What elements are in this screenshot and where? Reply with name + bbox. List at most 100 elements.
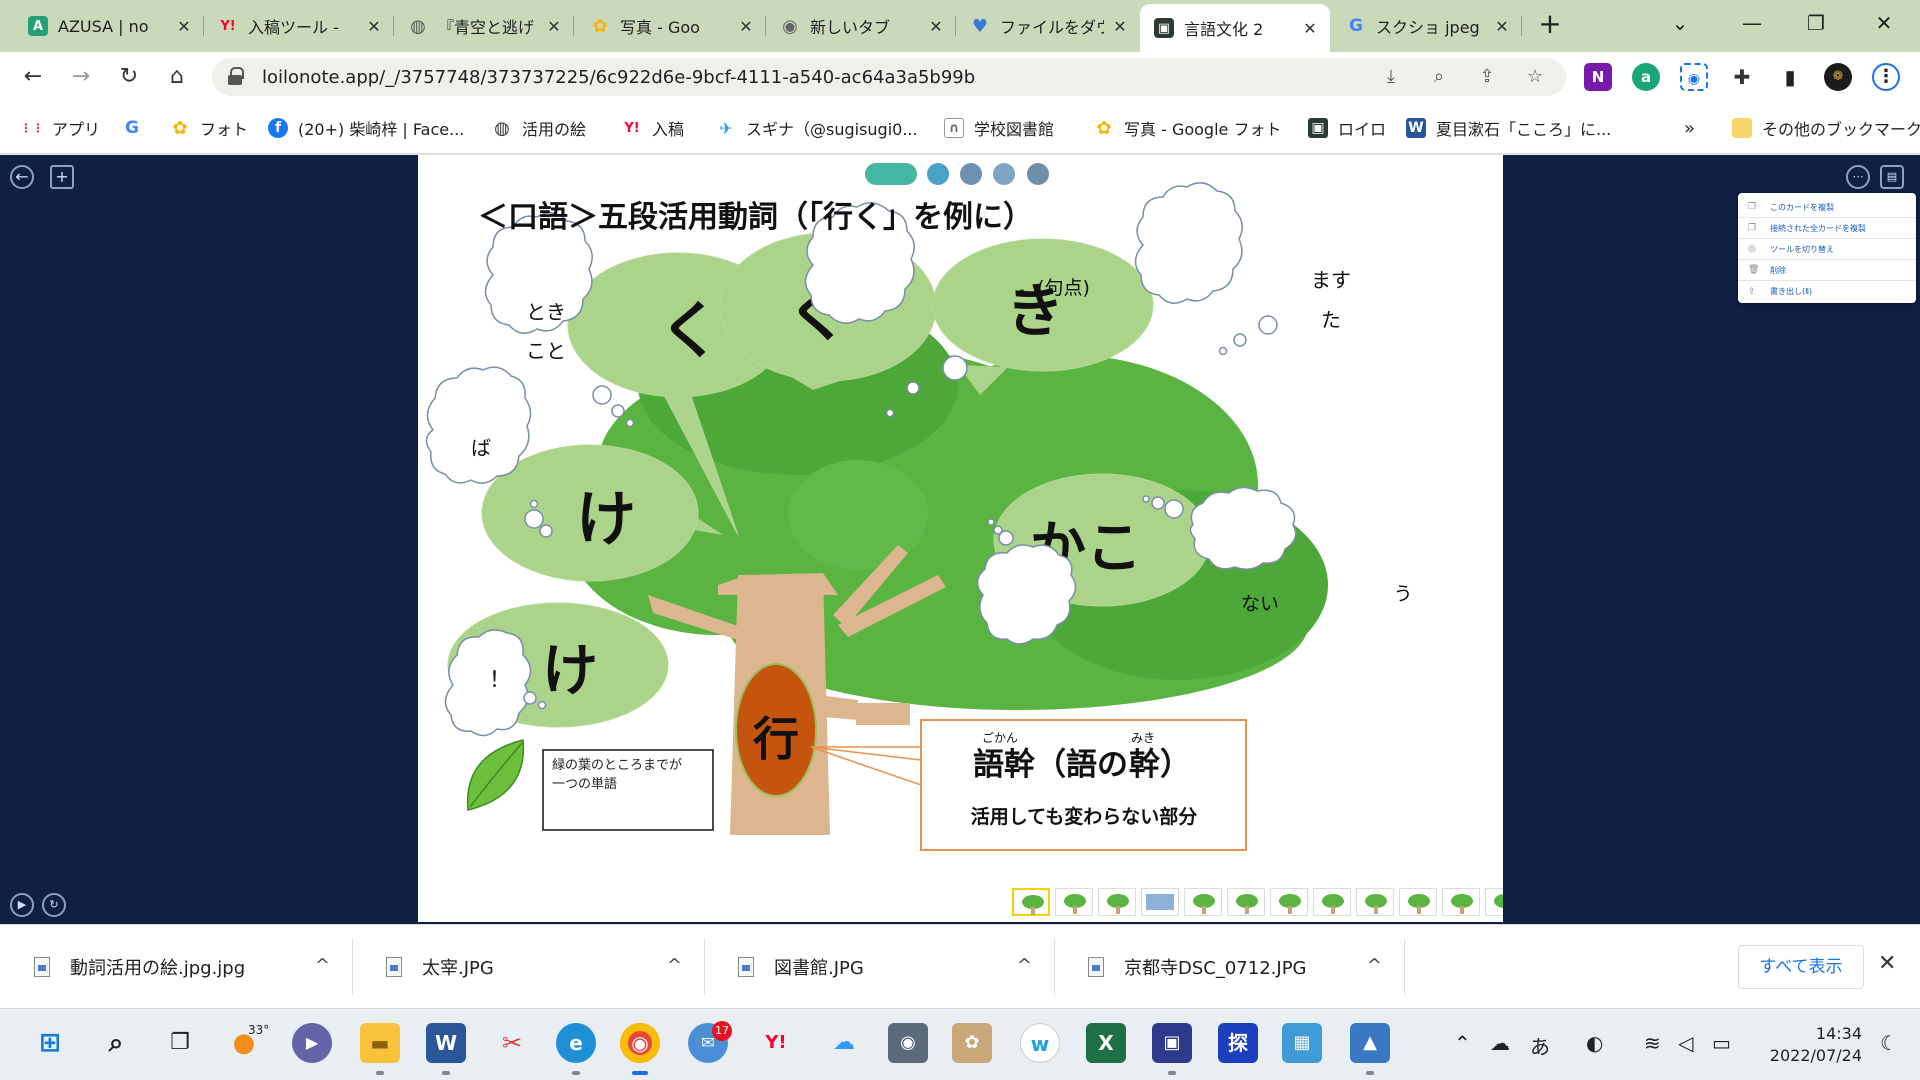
download-item[interactable]: 太宰.JPG ^ [352,925,704,1009]
tab-nyuko[interactable]: Y! 入稿ツール - ✕ [204,6,394,46]
chrome-icon[interactable]: ◉ [620,1023,660,1063]
tab-gengo-bunka[interactable]: ▣ 言語文化 2 ✕ [1140,4,1330,52]
card-thumbnail[interactable] [1442,888,1480,916]
forward-button[interactable]: → [66,62,96,92]
bookmark-nyuko[interactable]: Y! 入稿 [622,116,684,140]
photo-viewer-icon[interactable]: ✿ [952,1023,992,1063]
play-icon[interactable]: ▶ [10,893,34,917]
side-panel-icon[interactable]: ▮ [1776,63,1804,91]
focus-icon[interactable]: ◐ [1586,1031,1603,1055]
back-button[interactable]: ← [18,62,48,92]
close-icon[interactable]: ✕ [544,17,564,36]
lock-icon[interactable] [228,67,244,85]
excel-icon[interactable]: X [1086,1023,1126,1063]
ime-indicator[interactable]: あ [1530,1031,1550,1060]
onenote-extension-icon[interactable]: N [1584,63,1612,91]
bookmark-loilo[interactable]: ▣ ロイロ [1308,116,1386,140]
card-thumbnail[interactable] [1012,888,1050,916]
tab-newtab[interactable]: ◉ 新しいタブ ✕ [766,6,956,46]
close-icon[interactable]: ✕ [1300,19,1320,38]
tray-overflow-chevron-icon[interactable]: ⌃ [1454,1031,1471,1055]
address-bar[interactable]: loilonote.app/_/3757748/373737225/6c922d… [212,58,1566,96]
battery-icon[interactable]: ▭ [1712,1031,1731,1055]
close-icon[interactable]: ✕ [1110,17,1130,36]
history-icon[interactable]: ↻ [42,893,66,917]
onedrive-tray-icon[interactable]: ☁ [1490,1031,1510,1055]
bookmark-sugina[interactable]: ✈ スギナ（@sugisugi0... [716,116,917,140]
chevron-up-icon[interactable]: ^ [1017,955,1032,976]
card-thumbnail[interactable] [1356,888,1394,916]
card-thumbnail[interactable] [1141,888,1179,916]
menu-item-duplicate-card[interactable]: ❐ このカードを複製 [1738,197,1916,218]
bookmark-kokoro[interactable]: W 夏目漱石「こころ」に... [1406,116,1611,140]
bookmark-google[interactable]: G [122,116,152,140]
zoom-icon[interactable]: ⌕ [1426,64,1452,90]
pen-tool-icon[interactable] [927,163,949,185]
close-icon[interactable]: ✕ [1492,17,1512,36]
chrome-menu-icon[interactable]: ⋮ [1872,63,1900,91]
install-icon[interactable]: ⤓ [1378,64,1404,90]
bookmarks-overflow-button[interactable]: » [1684,116,1695,140]
window-close-button[interactable]: ✕ [1864,8,1904,38]
card-thumbnail[interactable] [1098,888,1136,916]
show-all-downloads-button[interactable]: すべて表示 [1738,945,1864,989]
menu-item-duplicate-connected[interactable]: ❐ 接続された全カードを複製 [1738,218,1916,239]
tab-photos[interactable]: ✿ 写真 - Goo ✕ [576,6,766,46]
wifi-icon[interactable]: ≋ [1644,1031,1661,1055]
card-menu-icon[interactable]: ▤ [1880,165,1904,189]
whiteboard-icon[interactable]: ▣ [1152,1023,1192,1063]
webex-icon[interactable]: w [1020,1023,1060,1063]
add-card-icon[interactable]: + [50,165,74,189]
home-button[interactable]: ⌂ [162,62,192,92]
tankyu-app-icon[interactable]: 探 [1218,1023,1258,1063]
menu-item-export[interactable]: ⇪ 書き出し(Ⅱ) [1738,281,1916,302]
edge-icon[interactable]: e [556,1023,596,1063]
more-options-icon[interactable]: ⋯ [1846,165,1870,189]
card-thumbnail[interactable] [1313,888,1351,916]
snipping-tool-icon[interactable]: ✂ [492,1023,532,1063]
tab-screenshot[interactable]: G スクショ jpeg ✕ [1332,6,1522,46]
share-icon[interactable]: ⇪ [1474,64,1500,90]
bookmark-katsuyo[interactable]: ◍ 活用の絵 [492,116,586,140]
extensions-puzzle-icon[interactable]: ✚ [1728,63,1756,91]
thought-masu-ta[interactable] [1134,182,1278,356]
teams-chat-icon[interactable]: ▶ [292,1023,332,1063]
tab-download[interactable]: ♥ ファイルをダウ ✕ [956,6,1140,46]
text-tool-icon[interactable] [960,163,982,185]
close-download-shelf-icon[interactable]: ✕ [1878,951,1896,976]
card-thumbnail[interactable] [1184,888,1222,916]
bookmark-star-icon[interactable]: ☆ [1522,64,1548,90]
close-icon[interactable]: ✕ [736,17,756,36]
card-thumbnail[interactable] [1227,888,1265,916]
close-icon[interactable]: ✕ [174,17,194,36]
photos-app-icon[interactable]: ▲ [1350,1023,1390,1063]
system-clock[interactable]: 14:34 2022/07/24 [1762,1023,1862,1067]
word-icon[interactable]: W [426,1023,466,1063]
start-icon[interactable]: ⊞ [30,1023,70,1063]
monitor-app-icon[interactable]: ▦ [1282,1023,1322,1063]
close-icon[interactable]: ✕ [926,17,946,36]
bookmark-google-photos[interactable]: ✿ 写真 - Google フォト [1094,116,1281,140]
chevron-up-icon[interactable]: ^ [667,955,682,976]
download-item[interactable]: 京都寺DSC_0712.JPG ^ [1054,925,1404,1009]
download-item[interactable]: 動詞活用の絵.jpg.jpg ^ [0,925,352,1009]
bookmark-facebook[interactable]: f (20+) 柴崎梓 | Face... [268,116,464,140]
profile-avatar[interactable]: ❁ [1824,63,1852,91]
volume-icon[interactable]: ◁ [1678,1031,1693,1055]
card-thumbnail[interactable] [1399,888,1437,916]
other-bookmarks-folder[interactable]: その他のブックマーク [1732,116,1920,140]
menu-item-switch-tool[interactable]: ◎ ツールを切り替え [1738,239,1916,260]
card-thumbnail[interactable] [1270,888,1308,916]
url-text[interactable]: loilonote.app/_/3757748/373737225/6c922d… [262,67,975,88]
task-view-icon[interactable]: ❐ [160,1023,200,1063]
chevron-up-icon[interactable]: ^ [315,955,330,976]
minimize-button[interactable]: — [1732,8,1772,38]
restore-button[interactable]: ❐ [1796,8,1836,38]
bookmark-apps[interactable]: ⋮⋮ アプリ [20,116,100,140]
a-extension-icon[interactable]: a [1632,63,1660,91]
camera-icon[interactable]: ◉ [888,1023,928,1063]
search-icon[interactable]: ⌕ [96,1023,136,1063]
menu-item-delete[interactable]: 🗑 削除 [1738,260,1916,281]
reload-button[interactable]: ↻ [114,62,144,92]
card-thumbnail[interactable] [1485,888,1503,916]
